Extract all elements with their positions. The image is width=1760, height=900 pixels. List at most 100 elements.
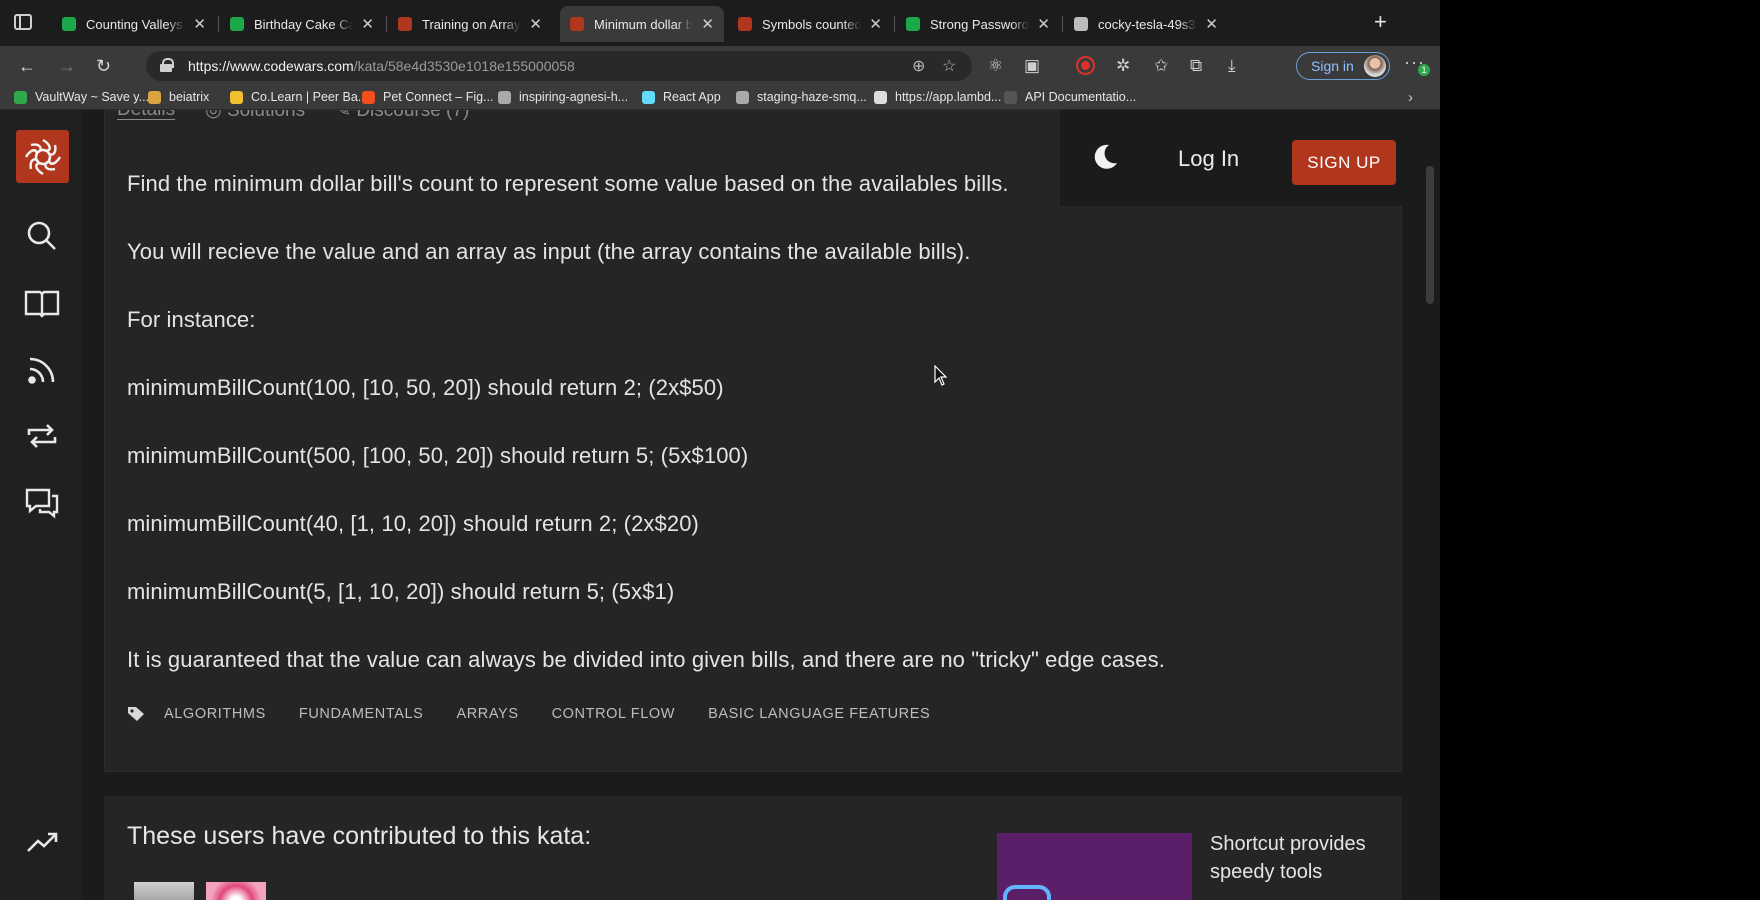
bookmark-item[interactable]: VaultWay ~ Save y... (14, 90, 149, 104)
back-icon[interactable]: ← (18, 56, 36, 76)
tab-title: Symbols counted | Co (762, 16, 862, 32)
extensions-puzzle-icon[interactable]: ✲ (1116, 56, 1130, 76)
tab-close-icon[interactable]: ✕ (529, 15, 542, 33)
tag-arrays[interactable]: ARRAYS (456, 706, 518, 722)
forward-icon[interactable]: → (58, 56, 76, 76)
example-line: minimumBillCount(40, [1, 10, 20]) should… (127, 511, 699, 536)
practice-icon[interactable] (22, 416, 62, 456)
browser-window: Counting Valleys | Ha✕Birthday Cake Cand… (0, 0, 1440, 900)
tab-close-icon[interactable]: ✕ (1037, 15, 1050, 33)
tab-close-icon[interactable]: ✕ (1205, 15, 1218, 33)
bookmark-item[interactable]: React App (642, 90, 721, 104)
bookmark-favicon-icon (736, 90, 749, 104)
bookmark-label: Pet Connect – Fig... (383, 90, 494, 104)
kata-tags: ALGORITHMS FUNDAMENTALS ARRAYS CONTROL F… (127, 706, 963, 722)
search-icon[interactable] (22, 216, 62, 256)
description-line: It is guaranteed that the value can alwa… (127, 647, 1165, 672)
tab-separator (1062, 16, 1063, 32)
book-icon[interactable] (22, 283, 62, 323)
tab-favicon-icon (398, 17, 412, 31)
bookmark-label: Co.Learn | Peer Ba... (251, 90, 369, 104)
tab-close-icon[interactable]: ✕ (869, 15, 882, 33)
moon-icon[interactable] (1090, 142, 1120, 172)
bookmark-label: beiatrix (169, 90, 210, 104)
favorite-add-icon[interactable]: ☆ (942, 56, 956, 76)
tab-title: Counting Valleys | Ha (86, 16, 185, 32)
tab-favicon-icon (906, 17, 920, 31)
kata-subtabs: Details ◎ Solutions ✎ Discourse (7) (117, 110, 499, 122)
browser-tab[interactable]: Training on Array.diff ✕ (388, 6, 552, 42)
ad-image[interactable] (997, 833, 1192, 900)
description-line: You will recieve the value and an array … (127, 239, 971, 264)
bookmark-item[interactable]: Pet Connect – Fig... (362, 90, 493, 104)
bookmark-label: React App (663, 90, 721, 104)
mouse-cursor-icon (934, 365, 948, 386)
bookmark-favicon-icon (230, 90, 243, 104)
sign-in-button[interactable]: Sign in (1296, 52, 1390, 80)
tab-discourse[interactable]: ✎ Discourse (7) (335, 110, 469, 122)
url-text[interactable]: https://www.codewars.com/kata/58e4d3530e… (188, 58, 575, 74)
tab-separator (386, 16, 387, 32)
discussion-icon[interactable] (22, 482, 62, 522)
tag-fundamentals[interactable]: FUNDAMENTALS (299, 706, 424, 722)
bookmark-item[interactable]: https://app.lambd... (874, 90, 1001, 104)
record-icon[interactable] (1078, 58, 1093, 73)
tag-control-flow[interactable]: CONTROL FLOW (552, 706, 675, 722)
ad-text[interactable]: Shortcut provides speedy tools (1210, 830, 1400, 886)
browser-tab[interactable]: cocky-tesla-49s35 - ✕ (1064, 6, 1228, 42)
contributor-avatar[interactable] (134, 882, 194, 900)
auth-header: Log In SIGN UP (1060, 110, 1420, 206)
browser-tab[interactable]: Counting Valleys | Ha ✕ (52, 6, 216, 42)
tab-actions-icon[interactable] (14, 14, 32, 30)
tag-algorithms[interactable]: ALGORITHMS (164, 706, 266, 722)
downloads-icon[interactable]: ⤓ (1228, 56, 1236, 76)
tab-close-icon[interactable]: ✕ (701, 15, 714, 33)
tag-icon (128, 707, 144, 721)
bookmark-item[interactable]: API Documentatio... (1004, 90, 1136, 104)
browser-tab[interactable]: Strong Password | Ha ✕ (896, 6, 1060, 42)
refresh-icon[interactable]: ↻ (96, 56, 111, 76)
example-line: minimumBillCount(500, [100, 50, 20]) sho… (127, 443, 749, 468)
new-tab-button[interactable]: + (1374, 11, 1387, 33)
browser-tab[interactable]: Birthday Cake Candle ✕ (220, 6, 384, 42)
login-link[interactable]: Log In (1178, 146, 1239, 172)
left-sidebar (0, 110, 82, 900)
react-devtools-icon[interactable]: ⚛ (988, 56, 1003, 76)
bookmarks-chevron-icon[interactable]: › (1408, 89, 1413, 106)
collections-icon[interactable]: ⧉ (1190, 56, 1202, 76)
tab-favicon-icon (230, 17, 244, 31)
tab-title: cocky-tesla-49s35 - (1098, 16, 1198, 32)
zoom-icon[interactable]: ⊕ (912, 56, 925, 76)
tab-title: Training on Array.diff (422, 16, 521, 32)
bookmark-item[interactable]: staging-haze-smq... (736, 90, 867, 104)
favorites-icon[interactable]: ✩ (1154, 56, 1168, 76)
codewars-page: Details ◎ Solutions ✎ Discourse (7) Find… (0, 110, 1440, 900)
tab-close-icon[interactable]: ✕ (361, 15, 374, 33)
tag-basic-language-features[interactable]: BASIC LANGUAGE FEATURES (708, 706, 930, 722)
contributor-avatar[interactable] (206, 882, 266, 900)
signup-button[interactable]: SIGN UP (1292, 140, 1396, 185)
description-line: For instance: (127, 307, 256, 332)
bookmark-item[interactable]: beiatrix (148, 90, 209, 104)
browser-tab[interactable]: Symbols counted | Co ✕ (728, 6, 892, 42)
bookmark-item[interactable]: Co.Learn | Peer Ba... (230, 90, 368, 104)
extension-icon[interactable]: ▣ (1024, 56, 1040, 76)
tab-discourse-label: Discourse (7) (356, 110, 470, 121)
bookmark-item[interactable]: inspiring-agnesi-h... (498, 90, 628, 104)
codewars-logo[interactable] (16, 130, 69, 183)
bookmark-label: https://app.lambd... (895, 90, 1002, 104)
tab-favicon-icon (738, 17, 752, 31)
tab-details[interactable]: Details (117, 110, 175, 122)
bookmark-favicon-icon (362, 90, 375, 104)
browser-tab[interactable]: Minimum dollar bill's ✕ (560, 6, 724, 42)
tab-close-icon[interactable]: ✕ (193, 15, 206, 33)
trending-icon[interactable] (22, 822, 62, 862)
scrollbar-thumb[interactable] (1426, 166, 1434, 304)
feed-icon[interactable] (22, 350, 62, 390)
tab-solutions[interactable]: ◎ Solutions (205, 110, 305, 122)
address-bar[interactable]: https://www.codewars.com/kata/58e4d3530e… (146, 51, 972, 81)
update-badge: 1 (1418, 64, 1430, 76)
bookmark-label: staging-haze-smq... (757, 90, 867, 104)
screen-margin (1440, 0, 1760, 900)
lock-icon[interactable] (160, 58, 174, 72)
